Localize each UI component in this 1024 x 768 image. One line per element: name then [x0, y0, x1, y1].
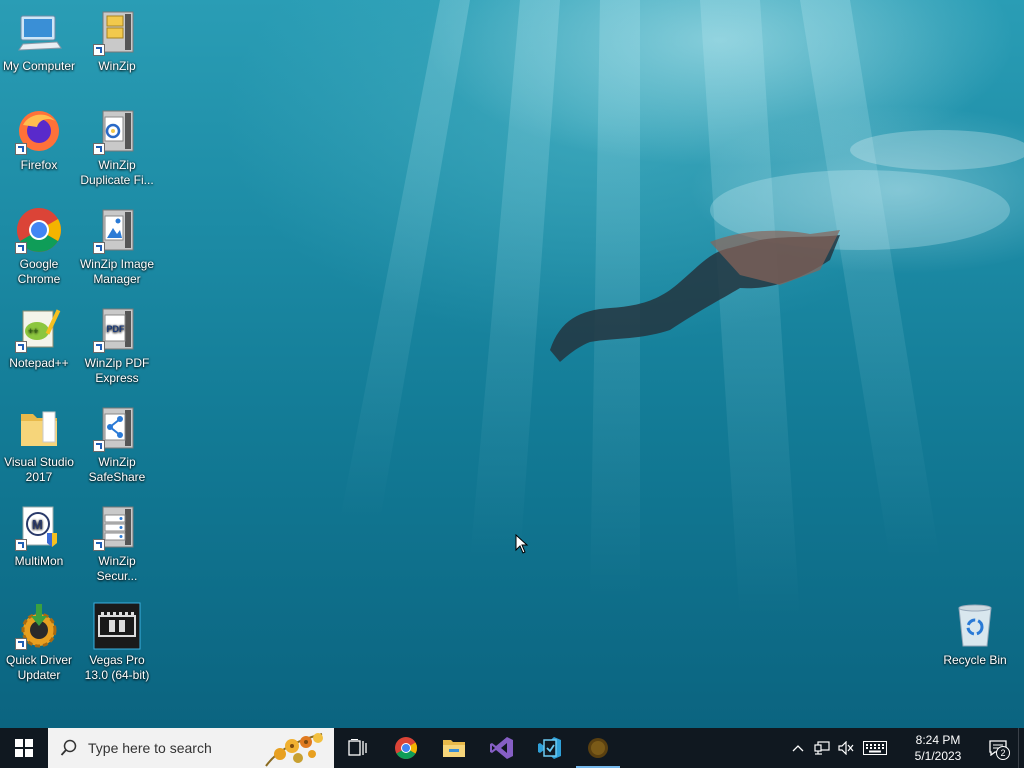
- vs-installer-icon: [538, 737, 561, 759]
- recycle-bin-icon: [951, 602, 999, 650]
- icon-label: WinZip Image Manager: [79, 257, 155, 286]
- show-desktop-button[interactable]: [1018, 728, 1024, 768]
- shortcut-arrow-icon: [15, 638, 27, 650]
- icon-label: Recycle Bin: [943, 653, 1007, 667]
- mouse-cursor-icon: [515, 534, 529, 554]
- shortcut-arrow-icon: [93, 440, 105, 452]
- chrome-icon: [15, 206, 63, 254]
- running-app-icon: [588, 738, 608, 758]
- shortcut-arrow-icon: [93, 341, 105, 353]
- network-icon: [814, 741, 830, 755]
- taskbar-vs-installer-button[interactable]: [526, 728, 574, 768]
- winzip-duplicate-finder-icon: [93, 107, 141, 155]
- folder-icon: [15, 404, 63, 452]
- clock-date: 5/1/2023: [914, 749, 962, 763]
- taskbar-search-box[interactable]: Type here to search: [48, 728, 334, 768]
- show-hidden-icons-button[interactable]: [786, 728, 810, 768]
- winzip-duplicate-icon-item[interactable]: WinZip Duplicate Fi...: [78, 107, 156, 188]
- system-tray: 8:24 PM 5/1/2023 2: [786, 728, 1024, 768]
- winzip-pdf-icon: PDF: [93, 305, 141, 353]
- icon-label: Quick Driver Updater: [5, 653, 72, 682]
- driver-updater-icon: [15, 602, 63, 650]
- winzip-image-manager-icon-item[interactable]: WinZip Image Manager: [78, 206, 156, 287]
- firefox-icon-item[interactable]: Firefox: [0, 107, 78, 173]
- icon-label: WinZip Secur...: [96, 554, 138, 583]
- clock-time: 8:24 PM: [915, 733, 961, 747]
- firefox-icon: [15, 107, 63, 155]
- icon-label: WinZip PDF Express: [84, 356, 150, 385]
- winzip-icon: [93, 8, 141, 56]
- visual-studio-icon: [490, 737, 513, 759]
- icon-label: Firefox: [20, 158, 58, 172]
- desktop[interactable]: My Computer Firefox Google Chrome ++ Not…: [0, 0, 1024, 728]
- notification-count-badge: 2: [996, 746, 1010, 760]
- notepad-plus-plus-icon-item[interactable]: ++ Notepad++: [0, 305, 78, 371]
- shortcut-arrow-icon: [93, 143, 105, 155]
- icon-label: My Computer: [2, 59, 76, 73]
- taskbar-file-explorer-button[interactable]: [430, 728, 478, 768]
- shortcut-arrow-icon: [15, 341, 27, 353]
- search-highlight-illustration-icon: [262, 728, 334, 768]
- winzip-pdf-express-icon-item[interactable]: PDF WinZip PDF Express: [78, 305, 156, 386]
- windows-logo-icon: [15, 739, 33, 757]
- icon-label: Google Chrome: [17, 257, 61, 286]
- keyboard-icon: [863, 741, 887, 755]
- multimon-icon-item[interactable]: M MultiMon: [0, 503, 78, 569]
- winzip-secure-icon-item[interactable]: WinZip Secur...: [78, 503, 156, 584]
- icon-label: WinZip SafeShare: [88, 455, 146, 484]
- file-explorer-icon: [443, 740, 465, 757]
- icon-label: MultiMon: [14, 554, 64, 568]
- task-view-icon: [348, 739, 367, 756]
- search-placeholder: Type here to search: [88, 740, 212, 756]
- vegas-pro-icon: [93, 602, 141, 650]
- search-icon: [60, 739, 77, 756]
- start-button[interactable]: [0, 728, 48, 768]
- svg-text:++: ++: [28, 326, 39, 336]
- taskbar-visual-studio-button[interactable]: [478, 728, 526, 768]
- icon-label: Notepad++: [9, 356, 69, 370]
- taskbar-chrome-button[interactable]: [382, 728, 430, 768]
- shortcut-arrow-icon: [93, 44, 105, 56]
- shortcut-arrow-icon: [93, 242, 105, 254]
- volume-muted-icon: [838, 741, 854, 755]
- shortcut-arrow-icon: [15, 143, 27, 155]
- winzip-safeshare-icon: [93, 404, 141, 452]
- icon-label: WinZip: [98, 59, 136, 73]
- winzip-secure-backup-icon: [93, 503, 141, 551]
- my-computer-icon-item[interactable]: My Computer: [0, 8, 78, 74]
- task-view-button[interactable]: [334, 728, 382, 768]
- winzip-safeshare-icon-item[interactable]: WinZip SafeShare: [78, 404, 156, 485]
- shortcut-arrow-icon: [15, 242, 27, 254]
- recycle-bin-icon-item[interactable]: Recycle Bin: [936, 602, 1014, 668]
- quick-driver-updater-icon-item[interactable]: Quick Driver Updater: [0, 602, 78, 683]
- chrome-icon: [395, 737, 417, 759]
- taskbar: Type here to search 8:24 PM 5/1/2023 2: [0, 728, 1024, 768]
- shortcut-arrow-icon: [15, 539, 27, 551]
- computer-icon: [15, 8, 63, 56]
- chevron-up-icon: [792, 745, 804, 752]
- taskbar-running-app-button[interactable]: [574, 728, 622, 768]
- multimon-icon: M: [15, 503, 63, 551]
- winzip-image-manager-icon: [93, 206, 141, 254]
- touch-keyboard-button[interactable]: [858, 728, 892, 768]
- svg-text:PDF: PDF: [107, 324, 126, 334]
- icon-label: WinZip Duplicate Fi...: [80, 158, 154, 187]
- clock[interactable]: 8:24 PM 5/1/2023: [902, 732, 974, 764]
- icon-label: Vegas Pro 13.0 (64-bit): [84, 653, 150, 682]
- visual-studio-2017-icon-item[interactable]: Visual Studio 2017: [0, 404, 78, 485]
- shortcut-arrow-icon: [93, 539, 105, 551]
- wallpaper-swimmer: [550, 230, 840, 362]
- winzip-icon-item[interactable]: WinZip: [78, 8, 156, 74]
- vegas-pro-icon-item[interactable]: Vegas Pro 13.0 (64-bit): [78, 602, 156, 683]
- svg-text:M: M: [32, 517, 43, 532]
- network-status-button[interactable]: [810, 728, 834, 768]
- notepad-plus-plus-icon: ++: [15, 305, 63, 353]
- volume-button[interactable]: [834, 728, 858, 768]
- action-center-button[interactable]: 2: [978, 728, 1018, 768]
- icon-label: Visual Studio 2017: [4, 455, 74, 484]
- google-chrome-icon-item[interactable]: Google Chrome: [0, 206, 78, 287]
